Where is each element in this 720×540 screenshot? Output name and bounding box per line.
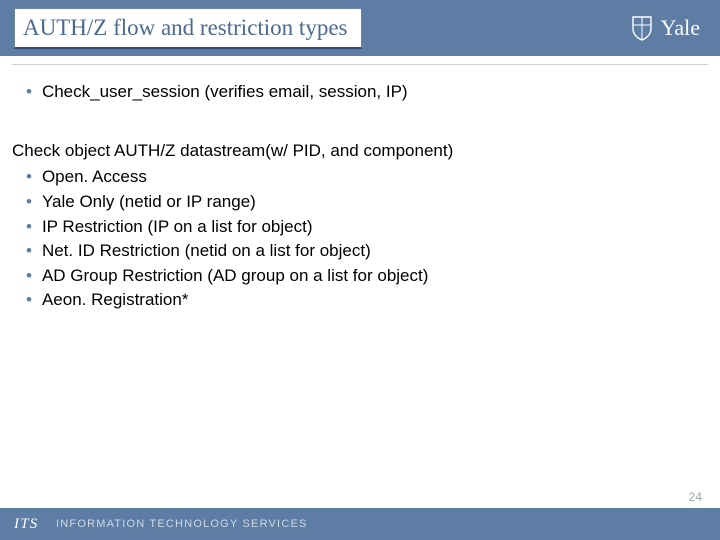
list-item-text: IP Restriction (IP on a list for object) xyxy=(42,215,313,240)
footer-text: INFORMATION TECHNOLOGY SERVICES xyxy=(56,518,308,530)
list-item-text: Aeon. Registration* xyxy=(42,288,188,313)
footer-brand: ITS INFORMATION TECHNOLOGY SERVICES xyxy=(14,514,308,535)
divider xyxy=(12,64,708,65)
bullet-icon: • xyxy=(26,264,32,289)
bullet-icon: • xyxy=(26,288,32,313)
list-item-text: Open. Access xyxy=(42,165,147,190)
list-item-text: Net. ID Restriction (netid on a list for… xyxy=(42,239,371,264)
slide: AUTH/Z flow and restriction types Yale •… xyxy=(0,0,720,540)
bullet-icon: • xyxy=(26,80,32,105)
list-item-text: AD Group Restriction (AD group on a list… xyxy=(42,264,428,289)
bullet-icon: • xyxy=(26,215,32,240)
list-item: • Net. ID Restriction (netid on a list f… xyxy=(26,239,708,264)
list-item-text: Check_user_session (verifies email, sess… xyxy=(42,80,408,105)
its-logo-icon: ITS xyxy=(14,514,48,535)
brand-logo: Yale xyxy=(631,15,700,41)
page-title: AUTH/Z flow and restriction types xyxy=(14,8,362,49)
list-item: • AD Group Restriction (AD group on a li… xyxy=(26,264,708,289)
content-area: • Check_user_session (verifies email, se… xyxy=(12,80,708,313)
sub-section: Check object AUTH/Z datastream(w/ PID, a… xyxy=(12,139,708,313)
brand-text: Yale xyxy=(661,15,700,41)
page-number: 24 xyxy=(689,490,702,504)
list-item: • Aeon. Registration* xyxy=(26,288,708,313)
list-item: • Open. Access xyxy=(26,165,708,190)
sub-list: • Open. Access • Yale Only (netid or IP … xyxy=(12,165,708,313)
bullet-icon: • xyxy=(26,165,32,190)
bullet-icon: • xyxy=(26,239,32,264)
sub-heading: Check object AUTH/Z datastream(w/ PID, a… xyxy=(12,139,708,164)
list-item: • Check_user_session (verifies email, se… xyxy=(26,80,708,105)
bullet-icon: • xyxy=(26,190,32,215)
list-item: • IP Restriction (IP on a list for objec… xyxy=(26,215,708,240)
header-bar: AUTH/Z flow and restriction types Yale xyxy=(0,0,720,56)
shield-icon xyxy=(631,15,653,41)
title-text: AUTH/Z flow and restriction types xyxy=(23,15,347,40)
list-item-text: Yale Only (netid or IP range) xyxy=(42,190,256,215)
its-logo-text: ITS xyxy=(14,516,38,532)
list-item: • Yale Only (netid or IP range) xyxy=(26,190,708,215)
footer-bar: ITS INFORMATION TECHNOLOGY SERVICES xyxy=(0,508,720,540)
